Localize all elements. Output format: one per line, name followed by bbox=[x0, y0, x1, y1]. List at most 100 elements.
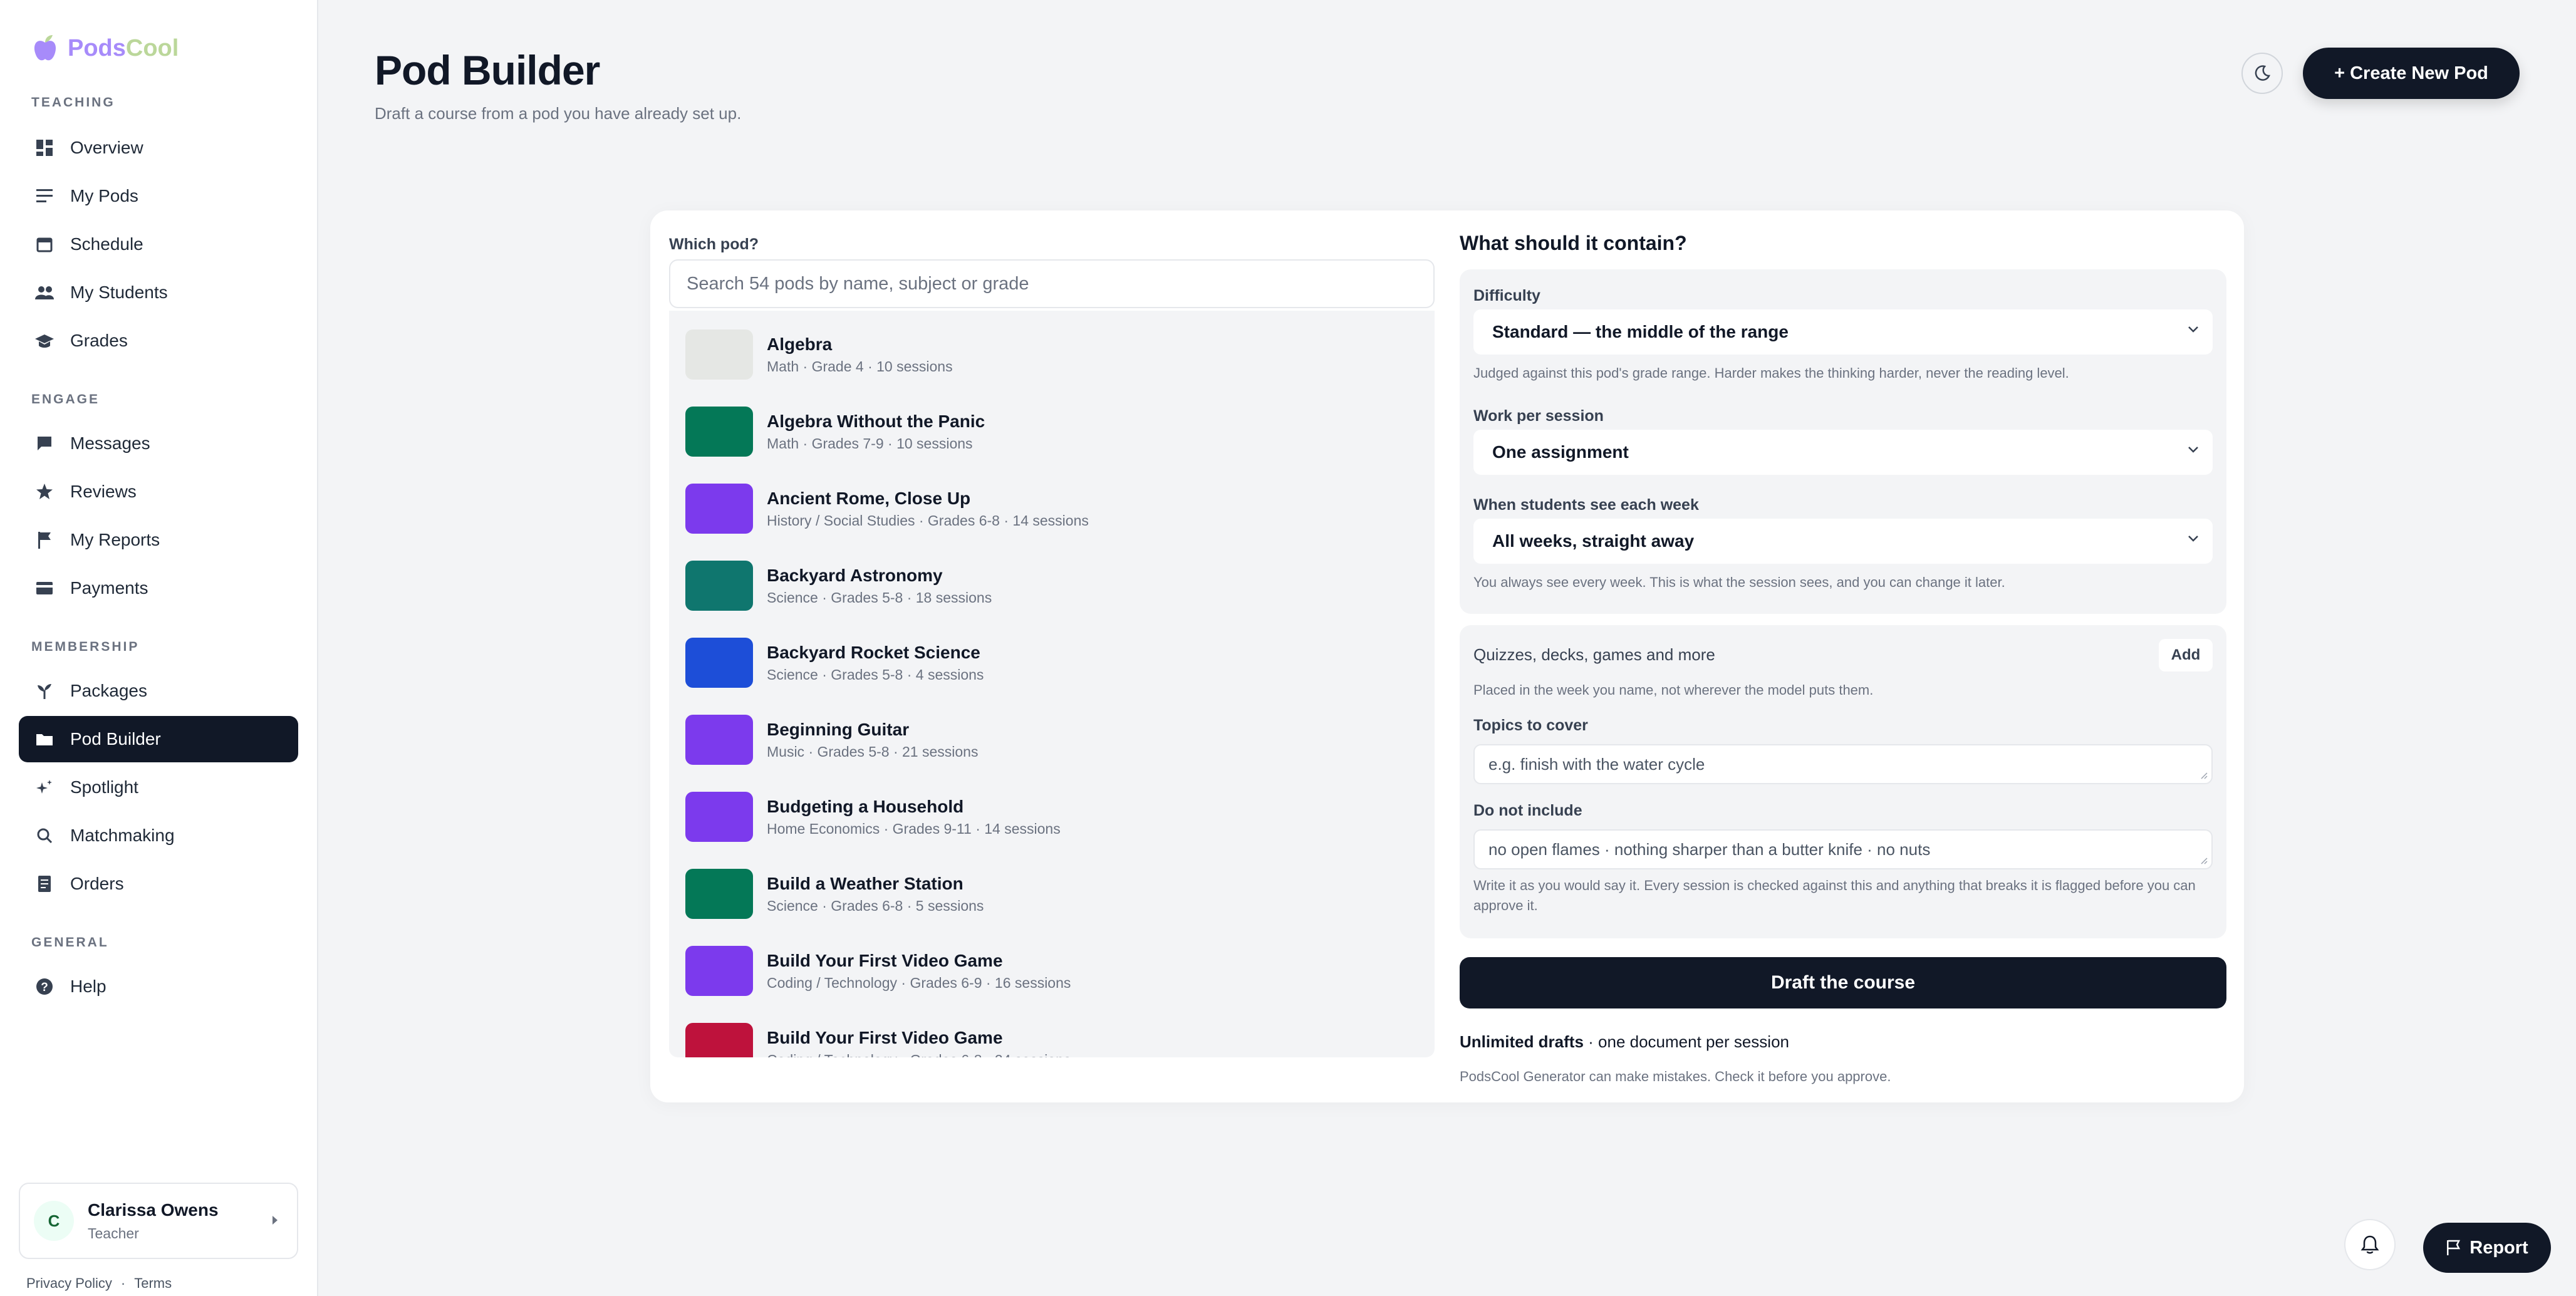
sidebar-item-label: Pod Builder bbox=[70, 729, 161, 749]
pod-list[interactable]: Algebra Math · Grade 4 · 10 sessions Alge… bbox=[669, 311, 1435, 1057]
list-item[interactable]: Backyard Rocket Science Science · Grades … bbox=[685, 631, 1418, 694]
pod-name: Beginning Guitar bbox=[767, 719, 910, 739]
sidebar-item-spotlight[interactable]: Spotlight bbox=[19, 764, 298, 811]
sidebar-item-my-reports[interactable]: My Reports bbox=[19, 517, 298, 563]
sidebar-item-grades[interactable]: Grades bbox=[19, 318, 298, 364]
people-icon bbox=[35, 283, 54, 302]
svg-text:?: ? bbox=[41, 981, 48, 994]
user-role: Teacher bbox=[88, 1225, 139, 1242]
nav-section-membership: MEMBERSHIP bbox=[31, 640, 140, 654]
visibility-label: When students see each week bbox=[1473, 496, 1699, 514]
resize-grip-icon[interactable] bbox=[2200, 772, 2208, 779]
pod-name: Algebra Without the Panic bbox=[767, 411, 985, 431]
visibility-value: All weeks, straight away bbox=[1492, 531, 1695, 551]
sidebar-item-label: My Students bbox=[70, 283, 168, 302]
pod-builder-card: Which pod? Search 54 pods by name, subje… bbox=[650, 210, 2244, 1102]
pod-meta: Math · Grades 7-9 · 10 sessions bbox=[767, 435, 973, 452]
sidebar-item-label: Packages bbox=[70, 681, 147, 700]
list-item[interactable]: Build Your First Video Game Coding / Tech… bbox=[685, 1017, 1418, 1057]
sidebar-item-messages[interactable]: Messages bbox=[19, 420, 298, 467]
help-icon: ? bbox=[35, 977, 54, 996]
contents-heading: What should it contain? bbox=[1460, 232, 1687, 254]
search-icon bbox=[35, 826, 54, 845]
sidebar-item-payments[interactable]: Payments bbox=[19, 565, 298, 611]
sidebar-item-packages[interactable]: Packages bbox=[19, 668, 298, 714]
list-item[interactable]: Backyard Astronomy Science · Grades 5-8 ·… bbox=[685, 554, 1418, 617]
star-icon bbox=[35, 482, 54, 501]
chevron-down-icon bbox=[2188, 326, 2198, 333]
pod-meta: Science · Grades 5-8 · 18 sessions bbox=[767, 589, 992, 606]
sidebar-item-reviews[interactable]: Reviews bbox=[19, 469, 298, 515]
difficulty-select[interactable]: Standard — the middle of the range bbox=[1473, 309, 2213, 355]
list-item[interactable]: Build a Weather Station Science · Grades … bbox=[685, 863, 1418, 925]
sidebar-item-help[interactable]: ? Help bbox=[19, 963, 298, 1010]
mortarboard-icon bbox=[35, 331, 54, 350]
list-item[interactable]: Budgeting a Household Home Economics · Gr… bbox=[685, 785, 1418, 848]
list-item[interactable]: Beginning Guitar Music · Grades 5-8 · 21 … bbox=[685, 708, 1418, 771]
lines-icon bbox=[35, 187, 54, 205]
pod-color-swatch bbox=[685, 869, 753, 919]
bell-icon bbox=[2360, 1235, 2379, 1254]
report-button[interactable]: Report bbox=[2423, 1223, 2551, 1273]
add-extras-button[interactable]: Add bbox=[2159, 639, 2213, 671]
list-item[interactable]: Algebra Without the Panic Math · Grades 7… bbox=[685, 400, 1418, 463]
visibility-select[interactable]: All weeks, straight away bbox=[1473, 519, 2213, 564]
difficulty-hint: Judged against this pod's grade range. H… bbox=[1473, 365, 2069, 381]
terms-link[interactable]: Terms bbox=[134, 1275, 172, 1292]
sidebar-item-label: Spotlight bbox=[70, 777, 138, 797]
sparkle-icon bbox=[35, 778, 54, 797]
topics-textarea[interactable]: e.g. finish with the water cycle bbox=[1473, 744, 2213, 784]
sidebar-item-my-students[interactable]: My Students bbox=[19, 269, 298, 316]
caret-right-icon bbox=[273, 1216, 278, 1225]
pod-name: Backyard Astronomy bbox=[767, 565, 943, 585]
resize-grip-icon[interactable] bbox=[2200, 857, 2208, 864]
pod-meta: History / Social Studies · Grades 6-8 · … bbox=[767, 512, 1089, 529]
pod-meta: Coding / Technology · Grades 6-8 · 24 se… bbox=[767, 1052, 1071, 1058]
page-title: Pod Builder bbox=[375, 47, 600, 93]
apple-logo-icon bbox=[34, 35, 56, 61]
theme-toggle-button[interactable] bbox=[2241, 53, 2283, 94]
extras-hint: Placed in the week you name, not whereve… bbox=[1473, 682, 1874, 698]
sidebar-item-label: Reviews bbox=[70, 482, 137, 501]
receipt-icon bbox=[35, 874, 54, 893]
sidebar-item-label: Payments bbox=[70, 578, 148, 598]
sidebar-item-label: Messages bbox=[70, 433, 150, 453]
pod-name: Build Your First Video Game bbox=[767, 1027, 1003, 1047]
privacy-policy-link[interactable]: Privacy Policy bbox=[26, 1275, 112, 1292]
sidebar-item-my-pods[interactable]: My Pods bbox=[19, 173, 298, 219]
sidebar-item-pod-builder[interactable]: Pod Builder bbox=[19, 716, 298, 762]
user-menu[interactable]: C Clarissa Owens Teacher bbox=[19, 1183, 298, 1259]
sidebar-item-overview[interactable]: Overview bbox=[19, 125, 298, 171]
list-item[interactable]: Ancient Rome, Close Up History / Social S… bbox=[685, 477, 1418, 540]
pod-name: Ancient Rome, Close Up bbox=[767, 488, 971, 508]
sidebar-item-matchmaking[interactable]: Matchmaking bbox=[19, 812, 298, 859]
notifications-button[interactable] bbox=[2344, 1219, 2396, 1270]
create-new-pod-button[interactable]: + Create New Pod bbox=[2303, 48, 2520, 99]
sidebar-item-schedule[interactable]: Schedule bbox=[19, 221, 298, 267]
chat-icon bbox=[35, 434, 54, 453]
flag-icon bbox=[2447, 1240, 2461, 1255]
exclude-placeholder: no open flames · nothing sharper than a … bbox=[1488, 839, 1931, 859]
topics-placeholder: e.g. finish with the water cycle bbox=[1488, 754, 1705, 774]
extras-panel: Quizzes, decks, games and more Add Place… bbox=[1460, 625, 2226, 938]
exclude-textarea[interactable]: no open flames · nothing sharper than a … bbox=[1473, 829, 2213, 869]
generator-disclaimer: PodsCool Generator can make mistakes. Ch… bbox=[1460, 1069, 1891, 1084]
brand-name: PodsCool bbox=[68, 34, 179, 61]
work-per-session-label: Work per session bbox=[1473, 407, 1604, 425]
pod-search-input[interactable]: Search 54 pods by name, subject or grade bbox=[669, 259, 1435, 308]
work-per-session-select[interactable]: One assignment bbox=[1473, 430, 2213, 475]
exclude-label: Do not include bbox=[1473, 802, 1582, 819]
pod-color-swatch bbox=[685, 715, 753, 765]
brand-logo[interactable]: PodsCool bbox=[33, 34, 179, 63]
avatar: C bbox=[34, 1201, 74, 1241]
pod-name: Backyard Rocket Science bbox=[767, 642, 980, 662]
list-item[interactable]: Build Your First Video Game Coding / Tech… bbox=[685, 940, 1418, 1002]
list-item[interactable]: Algebra Math · Grade 4 · 10 sessions bbox=[685, 323, 1418, 386]
pod-meta: Science · Grades 6-8 · 5 sessions bbox=[767, 897, 984, 914]
sidebar-item-label: Grades bbox=[70, 331, 128, 350]
pod-color-swatch bbox=[685, 561, 753, 611]
nav-section-teaching: TEACHING bbox=[31, 95, 115, 110]
drafts-info-bold: Unlimited drafts bbox=[1460, 1032, 1584, 1051]
sidebar-item-orders[interactable]: Orders bbox=[19, 861, 298, 907]
draft-course-button[interactable]: Draft the course bbox=[1460, 957, 2226, 1008]
